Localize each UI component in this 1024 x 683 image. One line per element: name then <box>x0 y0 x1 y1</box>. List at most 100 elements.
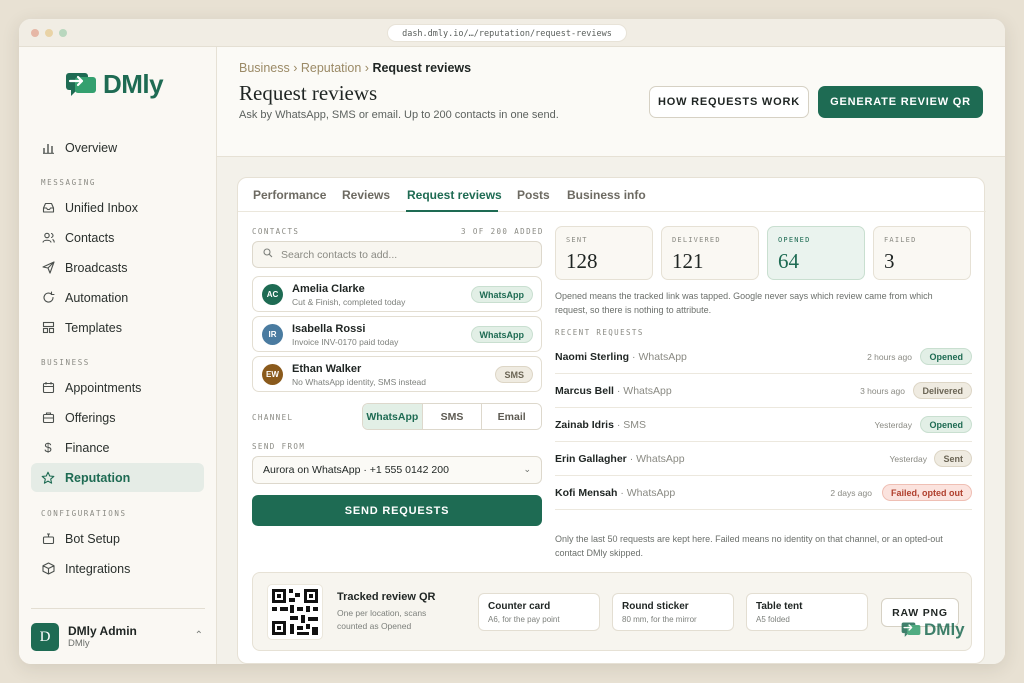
refresh-icon <box>41 291 55 305</box>
nav-section-configurations: CONFIGURATIONS <box>41 509 127 518</box>
stat-label: SENT <box>566 236 588 244</box>
breadcrumb-reputation[interactable]: Reputation › <box>301 61 369 75</box>
how-requests-work-button[interactable]: HOW REQUESTS WORK <box>649 86 809 118</box>
tab-performance[interactable]: Performance <box>253 188 326 202</box>
contacts-label: CONTACTS <box>252 227 300 236</box>
sidebar-item-templates[interactable]: Templates <box>31 313 204 342</box>
contacts-icon <box>41 231 55 245</box>
brand-logo[interactable]: DMly <box>65 69 164 100</box>
table-row[interactable]: Kofi Mensah · WhatsApp 2 days ago Failed… <box>555 476 972 510</box>
user-menu[interactable]: D DMly Admin DMly ⌃ <box>31 608 205 664</box>
active-tab-indicator <box>406 210 498 212</box>
contact-item[interactable]: EW Ethan Walker No WhatsApp identity, SM… <box>252 356 542 392</box>
table-row[interactable]: Zainab Idris · SMS Yesterday Opened <box>555 408 972 442</box>
request-channel: · WhatsApp <box>616 385 672 397</box>
qr-title: Tracked review QR <box>337 591 436 603</box>
browser-window: dash.dmly.io/…/reputation/request-review… <box>19 19 1005 664</box>
tab-reviews[interactable]: Reviews <box>342 188 390 202</box>
sidebar-item-label: Automation <box>65 290 129 305</box>
briefcase-icon <box>41 411 55 425</box>
sidebar-item-label: Contacts <box>65 230 115 245</box>
qr-code-icon <box>272 589 318 635</box>
qr-format-title: Round sticker <box>622 601 689 612</box>
browser-titlebar: dash.dmly.io/…/reputation/request-review… <box>19 19 1005 47</box>
stat-delivered: DELIVERED 121 <box>661 226 759 280</box>
breadcrumb-business[interactable]: Business › <box>239 61 297 75</box>
sidebar-item-appointments[interactable]: Appointments <box>31 373 204 402</box>
sidebar-item-offerings[interactable]: Offerings <box>31 403 204 432</box>
qr-format-title: Counter card <box>488 601 551 612</box>
contact-name: Isabella Rossi <box>292 323 366 335</box>
sidebar-item-bot-setup[interactable]: Bot Setup <box>31 524 204 553</box>
stats-note: Opened means the tracked link was tapped… <box>555 291 933 315</box>
sidebar-item-contacts[interactable]: Contacts <box>31 223 204 252</box>
logo-icon <box>901 622 921 637</box>
close-window-dot[interactable] <box>31 29 39 37</box>
channel-option-sms[interactable]: SMS <box>421 404 482 429</box>
logo-icon <box>66 72 96 96</box>
qr-format-counter-card[interactable]: Counter card A6, for the pay point <box>478 593 600 631</box>
sidebar-item-integrations[interactable]: Integrations <box>31 554 204 583</box>
send-requests-button[interactable]: SEND REQUESTS <box>252 495 542 526</box>
sidebar: DMly Overview MESSAGING Unified Inbox Co… <box>19 47 217 664</box>
contact-item[interactable]: IR Isabella Rossi Invoice INV-0170 paid … <box>252 316 542 352</box>
sidebar-item-overview[interactable]: Overview <box>31 133 204 162</box>
request-name: Erin Gallagher <box>555 453 627 465</box>
chevron-updown-icon: ⌃ <box>194 630 203 641</box>
request-time: Yesterday <box>874 420 913 430</box>
channel-option-email[interactable]: Email <box>481 404 541 429</box>
status-badge: Sent <box>934 450 972 467</box>
inbox-icon <box>41 201 55 215</box>
status-badge: Opened <box>920 348 972 365</box>
sidebar-item-automation[interactable]: Automation <box>31 283 204 312</box>
tab-request-reviews[interactable]: Request reviews <box>407 188 502 202</box>
sidebar-item-broadcasts[interactable]: Broadcasts <box>31 253 204 282</box>
bot-icon <box>41 532 55 546</box>
stat-opened: OPENED 64 <box>767 226 865 280</box>
contact-search-input[interactable]: Search contacts to add... <box>252 241 542 268</box>
qr-format-table-tent[interactable]: Table tent A5 folded <box>746 593 868 631</box>
url-bar[interactable]: dash.dmly.io/…/reputation/request-review… <box>387 24 627 42</box>
table-row[interactable]: Marcus Bell · WhatsApp 3 hours ago Deliv… <box>555 374 972 408</box>
qr-code-image[interactable] <box>267 584 323 640</box>
qr-format-detail: A5 folded <box>756 615 790 624</box>
breadcrumb-current: Request reviews <box>372 61 472 75</box>
sidebar-item-label: Templates <box>65 320 122 335</box>
send-from-select[interactable]: Aurora on WhatsApp · +1 555 0142 200 ⌄ <box>252 456 542 484</box>
qr-format-round-sticker[interactable]: Round sticker 80 mm, for the mirror <box>612 593 734 631</box>
send-icon <box>41 261 55 275</box>
generate-review-qr-button[interactable]: GENERATE REVIEW QR <box>818 86 983 118</box>
search-placeholder: Search contacts to add... <box>281 248 398 261</box>
stat-failed: FAILED 3 <box>873 226 971 280</box>
channel-badge[interactable]: SMS <box>495 366 533 383</box>
request-time: 2 days ago <box>830 488 872 498</box>
logo-text: DMly <box>103 69 164 99</box>
stat-label: OPENED <box>778 236 811 244</box>
stat-value: 128 <box>566 249 598 273</box>
sidebar-item-label: Overview <box>65 140 118 155</box>
search-icon <box>263 248 273 261</box>
sidebar-item-label: Reputation <box>65 470 131 485</box>
contact-avatar: AC <box>262 284 283 305</box>
watermark-logo: DMly <box>901 620 965 640</box>
request-name: Kofi Mensah <box>555 487 618 499</box>
reputation-card: Performance Reviews Request reviews Post… <box>237 177 986 664</box>
table-row[interactable]: Erin Gallagher · WhatsApp Yesterday Sent <box>555 442 972 476</box>
user-org: DMly <box>68 638 90 649</box>
channel-badge[interactable]: WhatsApp <box>470 286 533 303</box>
bar-chart-icon <box>41 141 55 155</box>
status-badge: Delivered <box>913 382 972 399</box>
tab-posts[interactable]: Posts <box>517 188 550 202</box>
request-time: Yesterday <box>889 454 928 464</box>
sidebar-item-unified-inbox[interactable]: Unified Inbox <box>31 193 204 222</box>
sidebar-item-reputation[interactable]: Reputation <box>31 463 204 492</box>
sidebar-item-finance[interactable]: $ Finance <box>31 433 204 462</box>
maximize-window-dot[interactable] <box>59 29 67 37</box>
channel-option-whatsapp[interactable]: WhatsApp <box>363 404 422 429</box>
qr-format-detail: A6, for the pay point <box>488 615 560 624</box>
minimize-window-dot[interactable] <box>45 29 53 37</box>
table-row[interactable]: Naomi Sterling · WhatsApp 2 hours ago Op… <box>555 340 972 374</box>
channel-badge[interactable]: WhatsApp <box>470 326 533 343</box>
contact-item[interactable]: AC Amelia Clarke Cut & Finish, completed… <box>252 276 542 312</box>
tab-business-info[interactable]: Business info <box>567 188 646 202</box>
